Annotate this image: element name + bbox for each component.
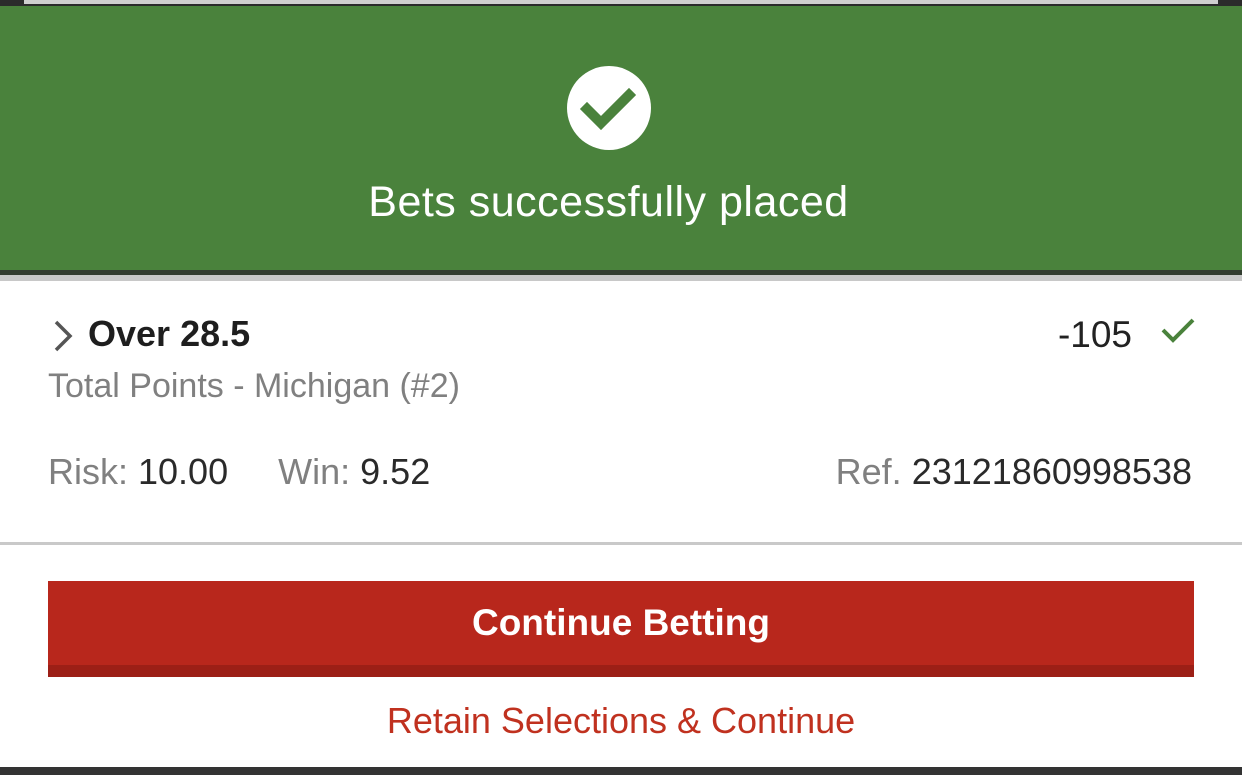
continue-betting-button[interactable]: Continue Betting [48, 581, 1194, 677]
win-value: 9.52 [360, 451, 431, 492]
card-divider [0, 542, 1242, 545]
selection-line: 28.5 [180, 313, 251, 354]
win-label: Win: [278, 451, 351, 492]
bottom-edge [0, 767, 1242, 775]
bet-card: Over 28.5 -105 Total Points - Michigan (#… [0, 281, 1242, 543]
risk-value: 10.00 [138, 451, 229, 492]
bet-odds: -105 [1057, 314, 1132, 355]
success-banner: Bets successfully placed [0, 6, 1242, 270]
bet-market: Total Points - Michigan (#2) [48, 367, 460, 405]
check-circle-icon [567, 66, 651, 150]
success-title: Bets successfully placed [368, 178, 849, 226]
check-icon [1161, 318, 1195, 343]
bet-selection: Over 28.5 [88, 313, 250, 355]
risk-win-row: Risk: 10.00 Win: 9.52 [48, 451, 430, 493]
retain-selections-link[interactable]: Retain Selections & Continue [0, 700, 1242, 742]
risk-label: Risk: [48, 451, 128, 492]
bet-confirmation-screen: Bets successfully placed Over 28.5 -105 T… [0, 0, 1242, 775]
chevron-right-icon[interactable] [50, 318, 76, 354]
ref-label: Ref. [835, 451, 902, 492]
bet-reference: Ref. 23121860998538 [836, 451, 1192, 493]
ref-value: 23121860998538 [911, 451, 1192, 492]
selection-name: Over [88, 313, 171, 354]
